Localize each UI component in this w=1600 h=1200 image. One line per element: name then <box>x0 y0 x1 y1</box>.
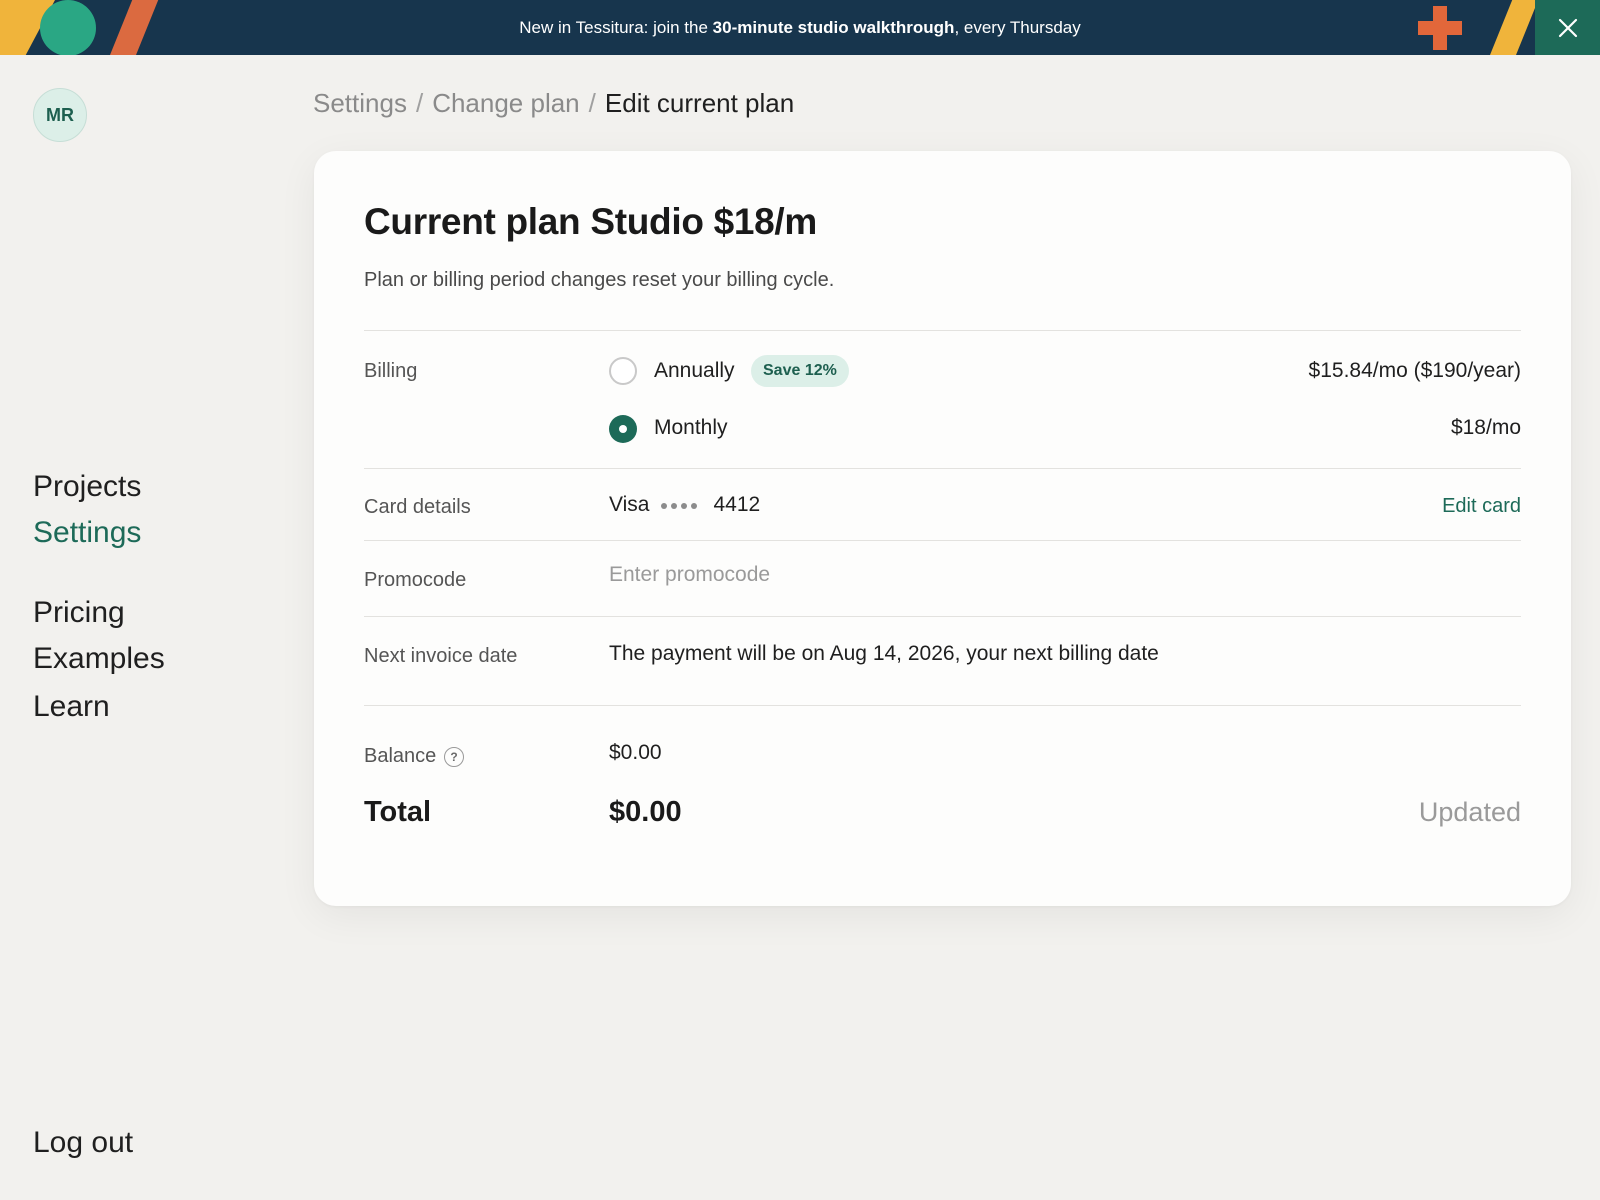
divider <box>364 616 1521 617</box>
banner-text-highlight: 30-minute studio walkthrough <box>712 17 955 37</box>
plan-title: Current plan Studio $18/m <box>364 201 818 242</box>
nav-link-settings[interactable]: Settings <box>33 516 141 550</box>
billing-annually-label[interactable]: Annually <box>654 359 735 383</box>
balance-value: $0.00 <box>609 741 662 764</box>
breadcrumb-separator: / <box>588 88 596 118</box>
save-badge: Save 12% <box>751 355 849 387</box>
plan-subtitle: Plan or billing period changes reset you… <box>364 269 835 291</box>
breadcrumb-settings[interactable]: Settings <box>313 88 407 118</box>
plus-decoration-icon <box>1418 6 1462 50</box>
billing-annually-radio[interactable] <box>609 357 637 385</box>
card-brand: Visa <box>609 493 650 516</box>
plan-card: Current plan Studio $18/m Plan or billin… <box>314 151 1571 906</box>
help-icon[interactable]: ? <box>444 747 464 767</box>
close-icon <box>1558 18 1577 37</box>
next-invoice-label: Next invoice date <box>364 645 518 667</box>
announcement-banner: New in Tessitura: join the 30-minute stu… <box>0 0 1600 55</box>
annual-price: $15.84/mo ($190/year) <box>1308 359 1521 382</box>
banner-message: New in Tessitura: join the 30-minute stu… <box>0 0 1600 55</box>
breadcrumb-current: Edit current plan <box>604 88 795 118</box>
divider <box>364 468 1521 469</box>
breadcrumb-separator: / <box>415 88 424 118</box>
banner-text-suffix: , every Thursday <box>954 17 1081 37</box>
masked-digits-icon <box>661 493 701 517</box>
banner-text-prefix: New in Tessitura: join the <box>519 17 713 37</box>
promocode-input[interactable] <box>609 557 1209 593</box>
nav-link-learn[interactable]: Learn <box>33 690 110 724</box>
divider <box>364 705 1521 706</box>
billing-monthly-label[interactable]: Monthly <box>654 416 728 440</box>
billing-label: Billing <box>364 360 418 382</box>
user-avatar[interactable]: MR <box>33 88 87 142</box>
edit-card-link[interactable]: Edit card <box>1442 495 1521 518</box>
card-last4: 4412 <box>713 493 761 516</box>
nav-link-examples[interactable]: Examples <box>33 642 165 676</box>
next-invoice-text: The payment will be on Aug 14, 2026, you… <box>609 642 1159 665</box>
breadcrumb-change-plan[interactable]: Change plan <box>432 88 579 118</box>
nav-link-pricing[interactable]: Pricing <box>33 596 125 630</box>
billing-monthly-radio[interactable] <box>609 415 637 443</box>
monthly-price: $18/mo <box>1450 416 1521 439</box>
total-value: $0.00 <box>609 796 682 828</box>
card-details-label: Card details <box>364 496 471 518</box>
logout-link[interactable]: Log out <box>33 1126 133 1160</box>
total-status: Updated <box>1418 797 1521 827</box>
balance-label: Balance <box>364 745 437 767</box>
nav-link-projects[interactable]: Projects <box>33 470 141 504</box>
card-summary: Visa 4412 <box>609 493 760 517</box>
banner-close-button[interactable] <box>1535 0 1600 55</box>
divider <box>364 330 1521 331</box>
divider <box>364 540 1521 541</box>
promocode-label: Promocode <box>364 569 467 591</box>
total-label: Total <box>364 796 432 828</box>
breadcrumb: Settings / Change plan / Edit current plan <box>313 88 794 119</box>
